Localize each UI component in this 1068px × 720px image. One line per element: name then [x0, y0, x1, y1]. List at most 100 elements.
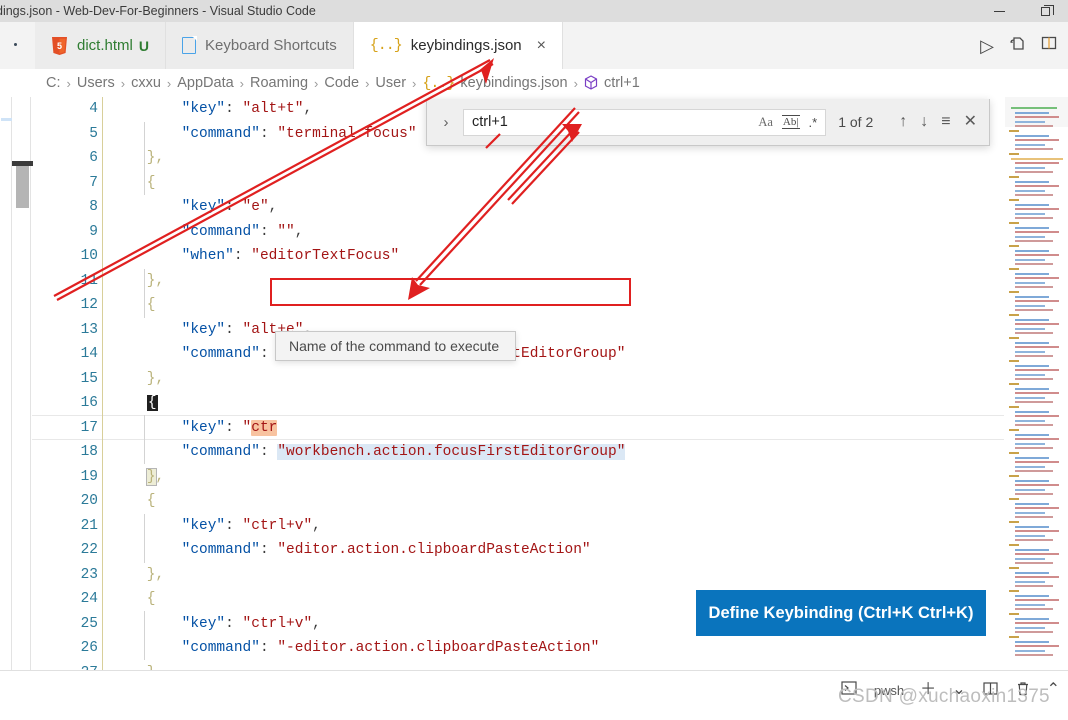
breadcrumb-item-5[interactable]: Code — [324, 75, 359, 91]
editor-left-scrollbar[interactable] — [1, 97, 33, 670]
minimap-line — [1015, 295, 1049, 298]
run-icon[interactable]: ▷ — [980, 37, 994, 55]
line-text[interactable]: "command": "-editor.action.clipboardPast… — [112, 636, 600, 661]
line-text[interactable]: { — [112, 489, 156, 514]
code-line[interactable]: 18 "command": "workbench.action.focusFir… — [32, 440, 1004, 465]
line-text[interactable]: { — [112, 587, 156, 612]
breadcrumb-item-0[interactable]: C: — [46, 75, 61, 91]
minimap[interactable] — [1004, 97, 1068, 670]
code-lines[interactable]: 4 "key": "alt+t", 5 "command": "terminal.… — [32, 97, 1004, 670]
breadcrumb-item-6[interactable]: User — [375, 75, 406, 91]
code-line[interactable]: 7 { — [32, 171, 1004, 196]
watermark: CSDN @xuchaoxin1375 — [838, 686, 1050, 707]
code-line[interactable]: 27 }, — [32, 661, 1004, 671]
breadcrumb-item-8[interactable]: ctrl+1 — [604, 75, 640, 91]
line-text[interactable]: "key": "e", — [112, 195, 278, 220]
minimap-line — [1015, 162, 1059, 165]
code-token: : — [225, 101, 243, 117]
line-text[interactable]: "key": "ctr — [112, 416, 278, 441]
minimap-line — [1015, 116, 1059, 119]
line-text[interactable]: "key": "ctrl+v", — [112, 514, 321, 539]
toggle-replace-icon[interactable]: › — [435, 114, 457, 131]
code-token: }, — [112, 370, 165, 387]
breadcrumb-item-4[interactable]: Roaming — [250, 75, 308, 91]
breadcrumb-item-3[interactable]: AppData — [177, 75, 233, 91]
line-text[interactable]: { — [112, 293, 156, 318]
maximize-button[interactable] — [1022, 0, 1068, 22]
tab-keyboard-shortcuts[interactable]: Keyboard Shortcuts — [165, 22, 354, 69]
code-token: { — [112, 493, 156, 509]
line-text[interactable]: }, — [112, 661, 164, 671]
code-line[interactable]: 19 }, — [32, 465, 1004, 490]
next-match-icon[interactable]: ↓ — [920, 114, 928, 130]
code-editor[interactable]: 4 "key": "alt+t", 5 "command": "terminal.… — [0, 97, 1068, 670]
minimap-line — [1009, 222, 1019, 224]
line-text[interactable]: }, — [112, 563, 164, 588]
match-case-icon[interactable]: Aa — [758, 115, 773, 130]
code-line[interactable]: 15 }, — [32, 367, 1004, 392]
minimap-line — [1015, 557, 1045, 560]
line-text[interactable]: { — [112, 391, 158, 416]
code-line[interactable]: 6 }, — [32, 146, 1004, 171]
minimap-line — [1015, 640, 1049, 643]
code-token: : — [259, 640, 278, 656]
chevron-right-icon: › — [365, 75, 370, 91]
code-line[interactable]: 20 { — [32, 489, 1004, 514]
tab-keybindings-json[interactable]: {..} keybindings.json × — [353, 22, 563, 69]
breadcrumb-item-1[interactable]: Users — [77, 75, 115, 91]
minimap-line — [1015, 203, 1049, 206]
code-line[interactable]: 13 "key": "alt+e", — [32, 318, 1004, 343]
line-text[interactable]: }, — [112, 367, 164, 392]
toggle-panel-icon[interactable] — [1040, 34, 1058, 57]
scrollbar-thumb[interactable] — [16, 166, 29, 208]
breadcrumb-item-7[interactable]: keybindings.json — [460, 75, 567, 91]
find-input-wrapper[interactable]: ctrl+1 Aa Ab| .* — [463, 108, 827, 136]
line-text[interactable]: "command": "", — [112, 220, 304, 245]
line-text[interactable]: "command": "editor.action.clipboardPaste… — [112, 538, 591, 563]
regex-icon[interactable]: .* — [809, 115, 818, 130]
line-text[interactable]: }, — [112, 465, 164, 490]
line-text[interactable]: "command": "terminal.focus" — [112, 122, 417, 147]
code-line[interactable]: 23 }, — [32, 563, 1004, 588]
find-in-selection-icon[interactable]: ≡ — [941, 114, 950, 130]
breadcrumb-item-2[interactable]: cxxu — [131, 75, 161, 91]
previous-match-icon[interactable]: ↑ — [899, 114, 907, 130]
minimap-line — [1015, 470, 1053, 473]
code-line[interactable]: 17 "key": "ctr — [32, 416, 1004, 441]
line-text[interactable]: "when": "editorTextFocus" — [112, 244, 400, 269]
code-token: "ctrl+v" — [242, 517, 313, 534]
minimap-line — [1015, 364, 1049, 367]
line-text[interactable]: }, — [112, 269, 164, 294]
define-keybinding-button[interactable]: Define Keybinding (Ctrl+K Ctrl+K) — [696, 590, 986, 636]
code-line[interactable]: 9 "command": "", — [32, 220, 1004, 245]
find-input[interactable]: ctrl+1 — [472, 114, 758, 130]
code-line[interactable]: 26 "command": "-editor.action.clipboardP… — [32, 636, 1004, 661]
line-text[interactable]: "key": "alt+t", — [112, 97, 313, 122]
whole-word-icon[interactable]: Ab| — [781, 115, 800, 129]
code-line[interactable]: 10 "when": "editorTextFocus" — [32, 244, 1004, 269]
code-line[interactable]: 21 "key": "ctrl+v", — [32, 514, 1004, 539]
code-line[interactable]: 14 "command": "workbench.action.focusFir… — [32, 342, 1004, 367]
code-line[interactable]: 8 "key": "e", — [32, 195, 1004, 220]
minimap-line — [1015, 212, 1045, 215]
minimap-line — [1015, 447, 1053, 450]
tab-dict-html[interactable]: 5 dict.html U — [35, 22, 166, 69]
minimap-line — [1015, 548, 1049, 551]
minimize-button[interactable] — [976, 0, 1022, 22]
line-text[interactable]: }, — [112, 146, 164, 171]
code-token: "editorTextFocus" — [251, 248, 400, 264]
line-number: 19 — [80, 468, 98, 485]
find-widget[interactable]: › ctrl+1 Aa Ab| .* 1 of 2 ↑ ↓ ≡ ✕ — [426, 99, 990, 146]
code-token: "command" — [181, 223, 260, 240]
line-text[interactable]: "command": "workbench.action.focusFirstE… — [112, 440, 626, 465]
minimap-line — [1015, 626, 1045, 629]
minimap-line — [1015, 488, 1045, 491]
code-line[interactable]: 16 { — [32, 391, 1004, 416]
json-icon: {..} — [369, 37, 403, 54]
line-text[interactable]: "key": "ctrl+v", — [112, 612, 321, 637]
close-find-icon[interactable]: ✕ — [964, 114, 977, 130]
line-text[interactable]: { — [112, 171, 156, 196]
close-icon[interactable]: × — [537, 37, 546, 54]
code-line[interactable]: 22 "command": "editor.action.clipboardPa… — [32, 538, 1004, 563]
split-editor-icon[interactable] — [1008, 34, 1026, 57]
